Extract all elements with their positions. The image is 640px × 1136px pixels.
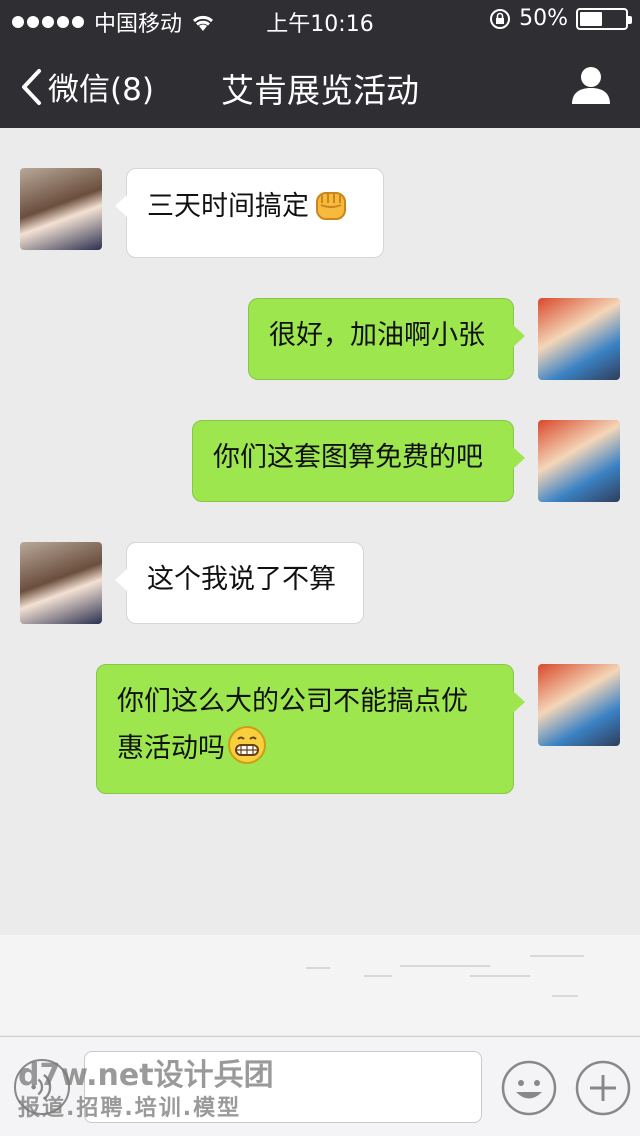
message-text: 你们这么大的公司不能搞点优惠活动吗: [117, 686, 468, 764]
message-text: 三天时间搞定: [147, 191, 309, 222]
battery-percent: 50%: [519, 6, 568, 31]
user-icon[interactable]: [570, 64, 612, 106]
battery-icon: [576, 7, 632, 30]
message-bubble-in[interactable]: 三天时间搞定: [115, 168, 384, 258]
message-text: 你们这套图算免费的吧: [213, 442, 483, 473]
voice-icon: [31, 1073, 52, 1101]
nav-bar: 微信(8) 艾肯展览活动: [0, 40, 640, 128]
my-avatar[interactable]: [538, 664, 620, 746]
message-text: 很好，加油啊小张: [269, 320, 485, 351]
back-label: 微信(8): [48, 72, 154, 108]
back-button[interactable]: 微信(8): [20, 64, 154, 109]
status-right: 50%: [489, 6, 632, 31]
fist-emoji-icon: [316, 192, 346, 220]
message-input[interactable]: [84, 1051, 482, 1123]
message-bubble-in[interactable]: 这个我说了不算: [115, 542, 364, 624]
contact-avatar[interactable]: [20, 542, 102, 624]
plus-icon[interactable]: [574, 1059, 632, 1117]
message-bubble-out[interactable]: 你们这么大的公司不能搞点优惠活动吗: [96, 664, 525, 794]
rotation-lock-icon: [490, 8, 511, 29]
blurred-region: [0, 935, 640, 1035]
voice-button[interactable]: [14, 1059, 70, 1115]
chevron-left-icon: [22, 68, 41, 105]
grin-emoji-icon: [228, 726, 266, 764]
status-bar: 中国移动 上午10:16 50%: [0, 0, 640, 40]
input-bar: [0, 1036, 640, 1136]
my-avatar[interactable]: [538, 298, 620, 380]
message-text: 这个我说了不算: [147, 564, 336, 595]
message-bubble-out[interactable]: 很好，加油啊小张: [248, 298, 525, 380]
message-bubble-out[interactable]: 你们这套图算免费的吧: [192, 420, 525, 502]
contact-avatar[interactable]: [20, 168, 102, 250]
smile-icon[interactable]: [500, 1059, 558, 1117]
battery-fill: [580, 11, 602, 26]
my-avatar[interactable]: [538, 420, 620, 502]
